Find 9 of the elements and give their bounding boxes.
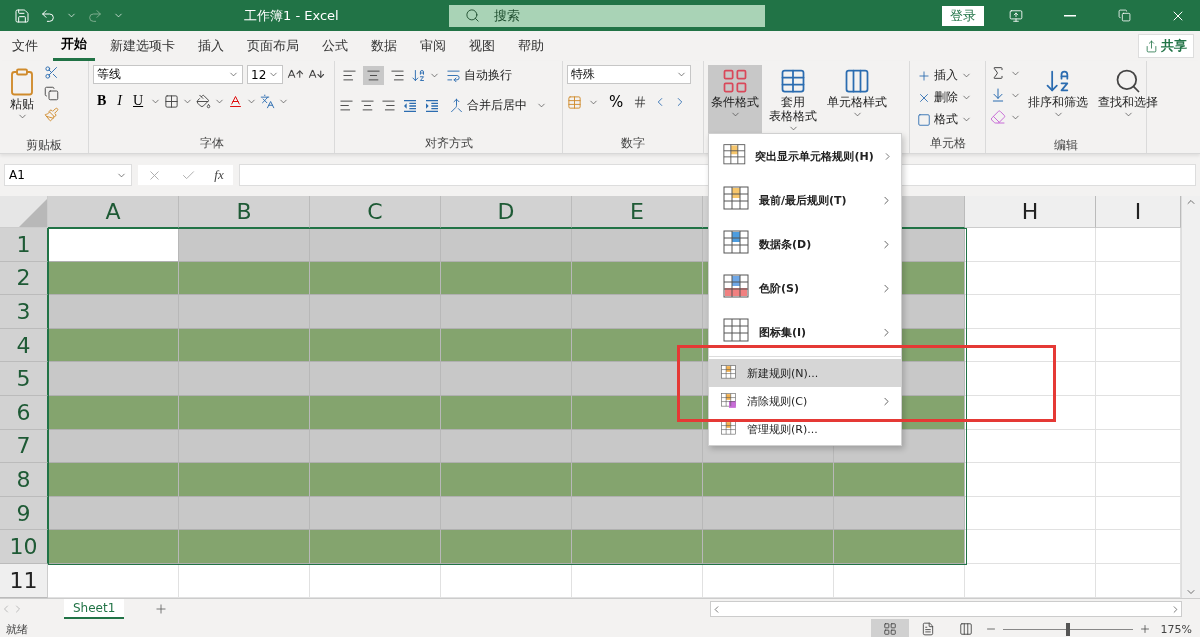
search-placeholder: 搜索 — [493, 6, 520, 25]
status-text: 就绪 — [6, 621, 28, 637]
group-label: 编辑 — [1054, 137, 1078, 153]
group-label: 字体 — [199, 135, 224, 152]
group-label: 单元格 — [929, 135, 966, 152]
group-label: 数字 — [621, 135, 645, 152]
group-label: 剪贴板 — [26, 137, 62, 153]
group-label: 对齐方式 — [424, 135, 473, 152]
window-title: 工作簿1 - Excel — [244, 6, 339, 25]
